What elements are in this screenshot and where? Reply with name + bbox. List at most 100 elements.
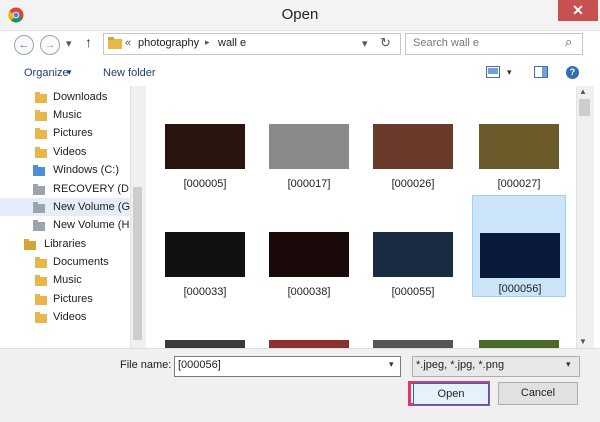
file-name-label: [000005]	[183, 178, 227, 190]
file-item[interactable]	[160, 328, 250, 348]
sidebar-item[interactable]: Music	[0, 271, 140, 289]
file-name-label: [000038]	[287, 286, 331, 298]
sidebar-item-label: New Volume (H:)	[53, 219, 137, 231]
sidebar-item[interactable]: Pictures	[0, 124, 140, 142]
volcano-lava-thumbnail	[165, 124, 245, 169]
sidebar-item-label: RECOVERY (D:)	[53, 183, 136, 195]
sidebar-scrollbar-thumb[interactable]	[133, 187, 142, 340]
file-name-label: [000026]	[391, 178, 435, 190]
sidebar-item[interactable]: Music	[0, 106, 140, 124]
up-button[interactable]: ↑	[85, 34, 92, 50]
refresh-button[interactable]: ↻	[380, 35, 391, 51]
close-button[interactable]: ✕	[558, 0, 598, 21]
videos-folder-icon	[35, 146, 47, 158]
file-item[interactable]: [000038]	[264, 220, 354, 300]
file-item[interactable]: [000026]	[368, 112, 458, 192]
partial-thumbnail-1	[165, 340, 245, 348]
sidebar-item-label: Videos	[53, 146, 87, 158]
file-item[interactable]: [000056]	[472, 195, 566, 297]
back-button[interactable]: ←	[14, 35, 34, 55]
cancel-button[interactable]: Cancel	[498, 382, 578, 405]
sidebar-item[interactable]: Pictures	[0, 290, 140, 308]
breadcrumb-separator[interactable]: ▸	[205, 37, 210, 48]
search-icon[interactable]: ⌕	[565, 34, 572, 50]
sidebar-item[interactable]: New Volume (G:)	[0, 198, 140, 216]
file-name-label: [000033]	[183, 286, 227, 298]
sidebar-item-label: Music	[53, 109, 82, 121]
downloads-folder-icon	[35, 91, 47, 103]
sidebar-item-label: Libraries	[44, 238, 87, 250]
file-type-dropdown-icon[interactable]: ▾	[566, 359, 571, 370]
breadcrumb-photography[interactable]: photography	[138, 37, 199, 49]
file-name-label: [000027]	[497, 178, 541, 190]
preview-pane-icon[interactable]	[534, 66, 548, 78]
file-name-value[interactable]: [000056]	[178, 359, 221, 371]
sidebar-item-label: New Volume (G:)	[53, 201, 137, 213]
sidebar-item[interactable]: Videos	[0, 308, 140, 326]
sidebar-item[interactable]: Windows (C:)	[0, 161, 140, 179]
file-item[interactable]: [000017]	[264, 112, 354, 192]
forward-button[interactable]: →	[40, 35, 60, 55]
drive-icon	[33, 183, 45, 195]
sidebar-item[interactable]: New Volume (H:)	[0, 216, 140, 234]
mushroom-cloud-thumbnail	[269, 124, 349, 169]
sidebar-item-label: Music	[53, 274, 82, 286]
file-name-label: [000055]	[391, 286, 435, 298]
music-folder-icon	[35, 109, 47, 121]
sidebar-item[interactable]: Videos	[0, 143, 140, 161]
recent-locations-dropdown[interactable]: ▾	[66, 37, 72, 50]
organize-menu[interactable]: Organize	[24, 67, 69, 79]
help-icon[interactable]: ?	[566, 66, 579, 79]
organize-arrow-icon[interactable]: ▾	[67, 67, 72, 78]
new-folder-button[interactable]: New folder	[103, 67, 156, 79]
file-item[interactable]	[368, 328, 458, 348]
city-night-thumbnail	[373, 232, 453, 277]
partial-thumbnail-4	[479, 340, 559, 348]
file-name-label: File name:	[120, 359, 172, 371]
scroll-down-icon[interactable]: ▼	[579, 337, 587, 346]
address-dropdown[interactable]: ▾	[362, 37, 368, 50]
file-list-scrollbar-thumb[interactable]	[579, 99, 590, 116]
documents-library-icon	[35, 256, 47, 268]
sketch-figure-thumbnail	[165, 232, 245, 277]
sidebar-item-label: Pictures	[53, 127, 93, 139]
pictures-library-icon	[35, 293, 47, 305]
scroll-up-icon[interactable]: ▲	[579, 87, 587, 96]
joker-face-thumbnail	[269, 232, 349, 277]
file-item[interactable]	[474, 328, 564, 348]
sidebar-item-label: Downloads	[53, 91, 108, 103]
file-item[interactable]: [000033]	[160, 220, 250, 300]
partial-thumbnail-3	[373, 340, 453, 348]
music-library-icon	[35, 274, 47, 286]
sidebar-item-label: Documents	[53, 256, 109, 268]
sidebar-item[interactable]: Downloads	[0, 88, 140, 106]
sidebar-item[interactable]: Libraries	[0, 235, 140, 253]
breadcrumb-overflow[interactable]: «	[125, 37, 131, 49]
planet-horizon-thumbnail	[480, 233, 560, 278]
file-item[interactable]: [000027]	[474, 112, 564, 192]
breadcrumb-wall-e[interactable]: wall e	[218, 37, 246, 49]
file-name-label: [000056]	[498, 283, 542, 295]
file-name-dropdown[interactable]: ▾	[389, 359, 394, 370]
search-input-placeholder[interactable]: Search wall e	[413, 37, 479, 49]
file-item[interactable]	[264, 328, 354, 348]
file-item[interactable]: [000005]	[160, 112, 250, 192]
view-options-arrow[interactable]: ▾	[507, 67, 512, 78]
partial-thumbnail-2	[269, 340, 349, 348]
file-type-value[interactable]: *.jpeg, *.jpg, *.png	[416, 359, 504, 371]
sidebar-item[interactable]: Documents	[0, 253, 140, 271]
sidebar-item-label: Videos	[53, 311, 87, 323]
pictures-folder-icon	[35, 127, 47, 139]
sidebar-item-label: Pictures	[53, 293, 93, 305]
libraries-icon	[24, 238, 36, 250]
view-options-icon[interactable]	[486, 66, 500, 78]
windows-drive-icon	[33, 164, 45, 176]
bench-bokeh-thumbnail	[373, 124, 453, 169]
sidebar-item[interactable]: RECOVERY (D:)	[0, 180, 140, 198]
file-name-label: [000017]	[287, 178, 331, 190]
file-item[interactable]: [000055]	[368, 220, 458, 300]
drive-icon	[33, 201, 45, 213]
file-list-scrollbar[interactable]	[576, 86, 594, 348]
window-title: Open	[281, 6, 319, 23]
open-button[interactable]: Open	[413, 383, 489, 405]
